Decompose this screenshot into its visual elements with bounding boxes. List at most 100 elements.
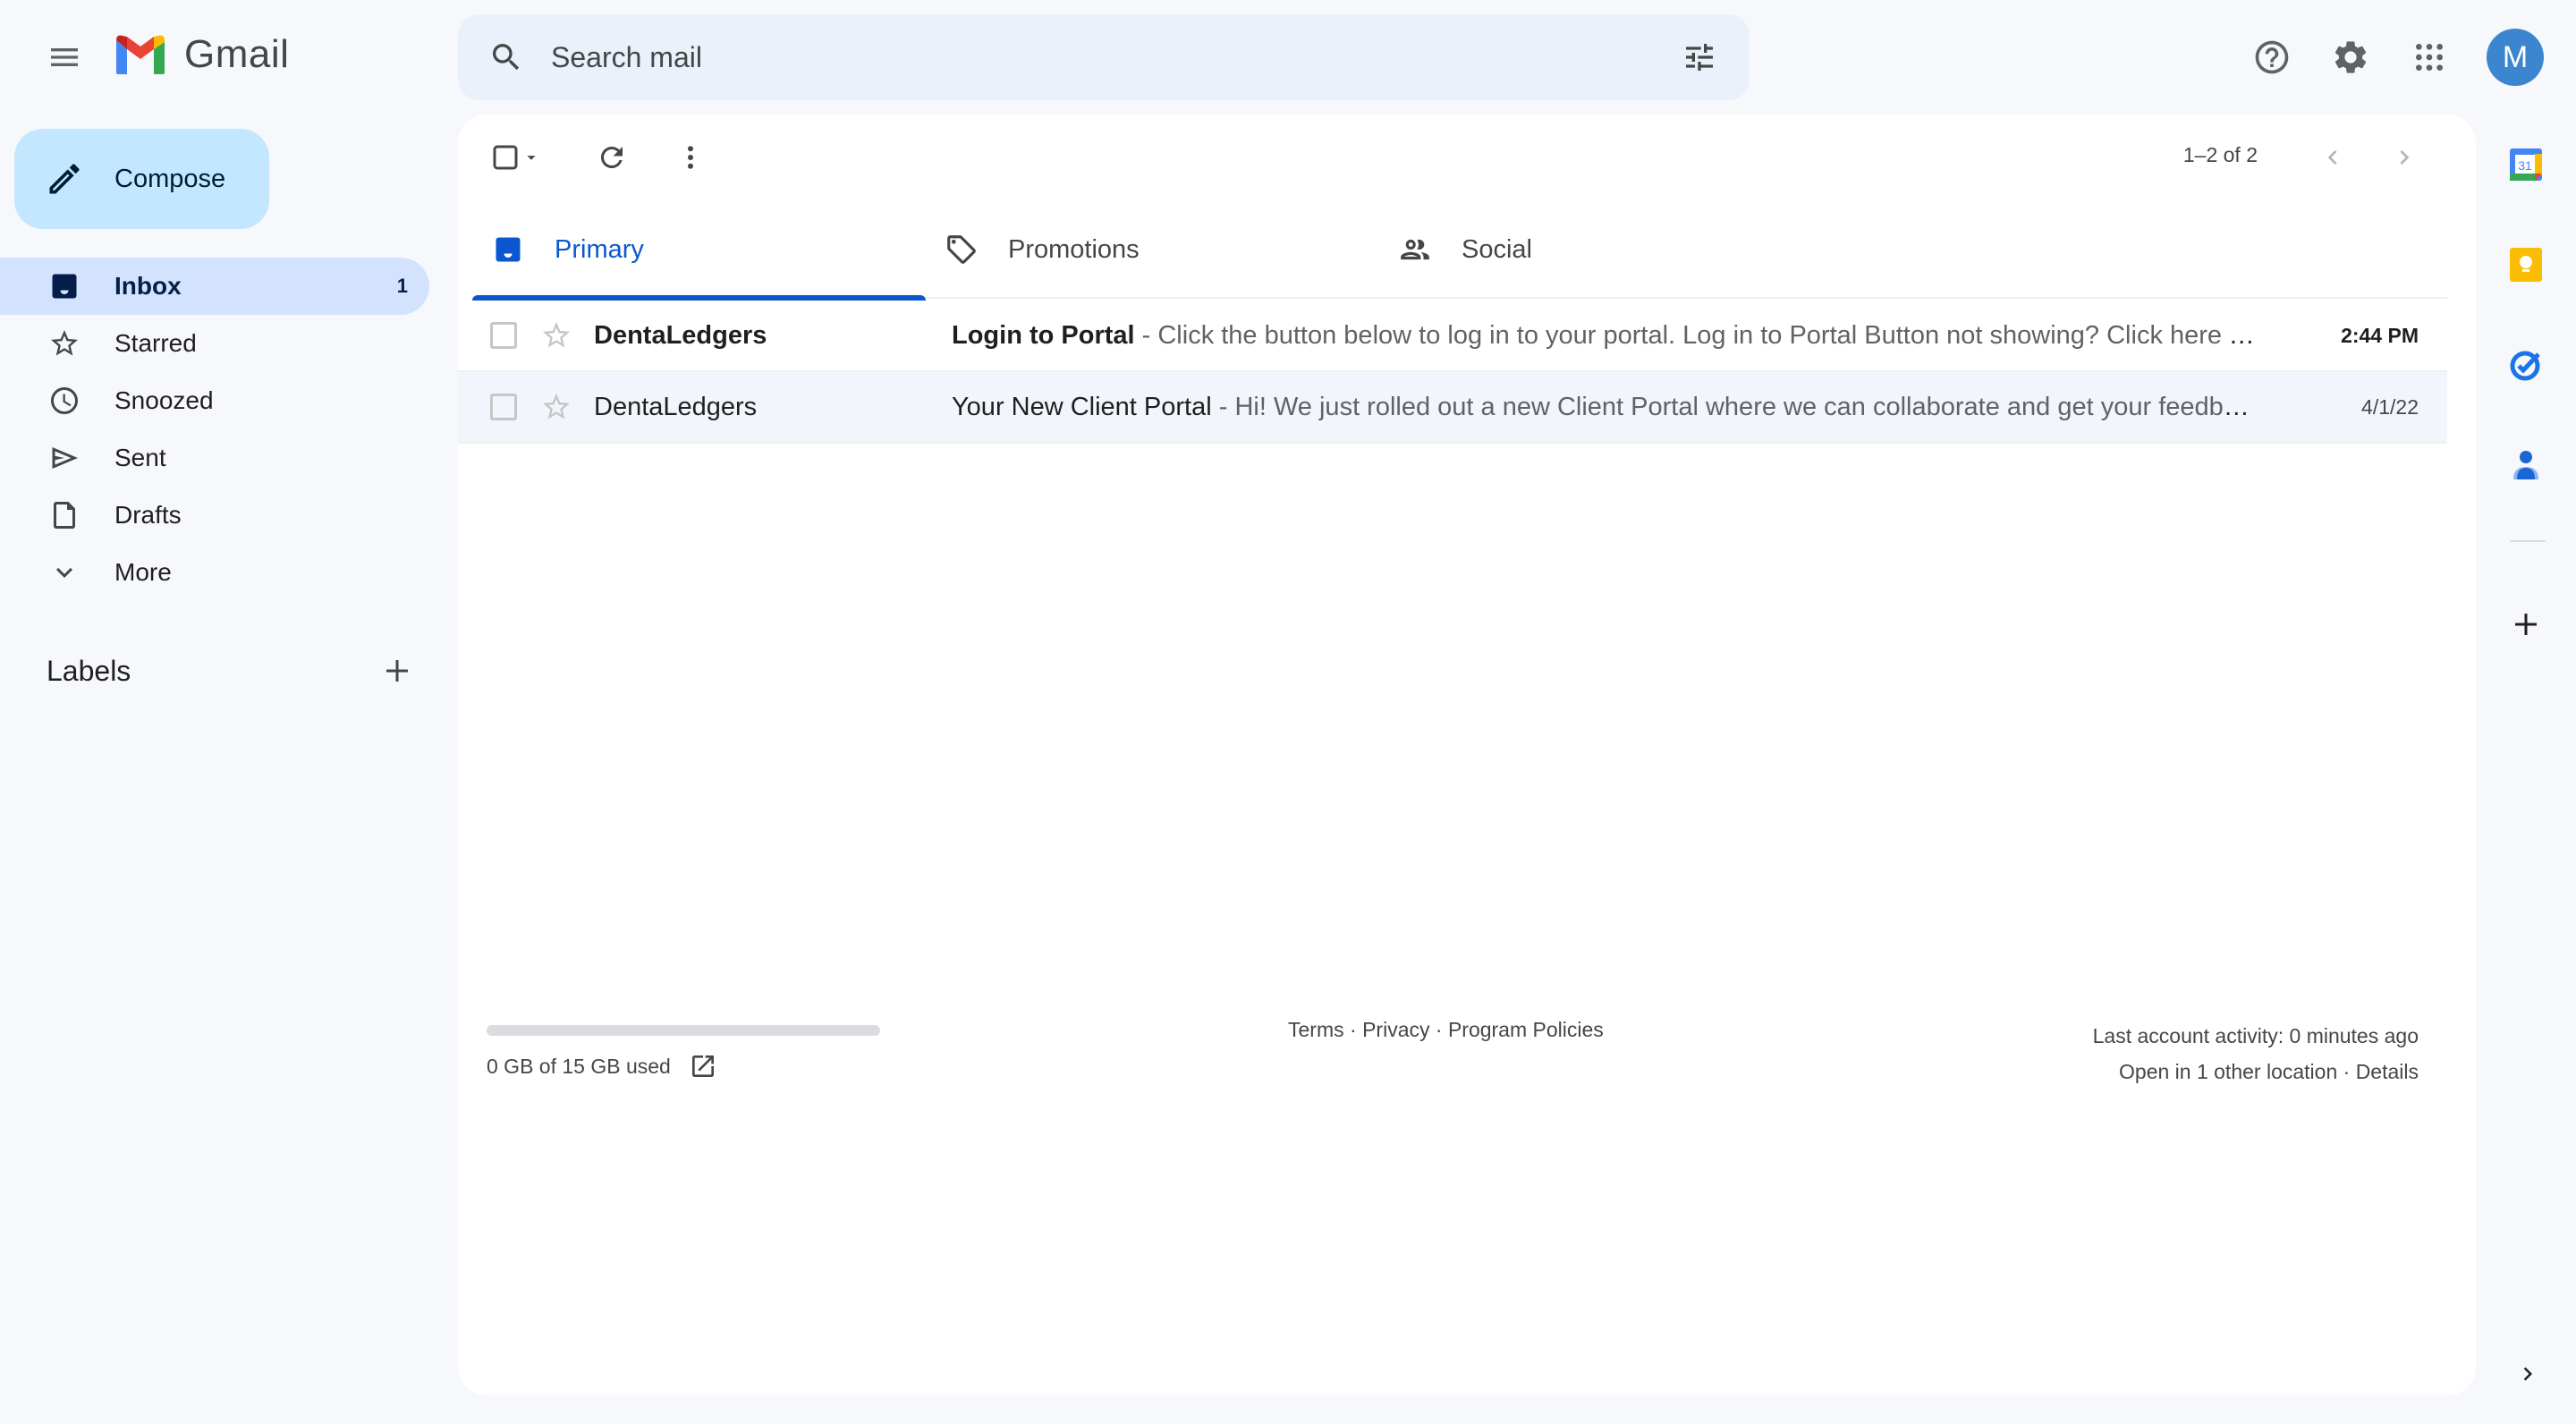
refresh-button[interactable] [583,129,640,186]
star-icon [47,326,82,361]
tag-icon [944,232,979,267]
search-input[interactable] [551,40,1671,74]
sidebar-item-label: Drafts [114,501,182,529]
show-side-panel-button[interactable] [2510,1356,2546,1392]
separator: · [1343,1018,1363,1041]
row-checkbox[interactable] [490,322,517,349]
search-bar [458,14,1750,100]
pencil-icon [45,159,84,199]
help-button[interactable] [2243,29,2301,86]
search-button[interactable] [478,29,535,86]
storage-text: 0 GB of 15 GB used [487,1054,671,1078]
star-toggle[interactable] [540,391,572,423]
star-toggle[interactable] [540,319,572,352]
sidebar-nav: Inbox 1 Starred Snoozed Sent Drafts More [0,258,429,601]
caret-down-icon [521,148,541,167]
activity-details-link[interactable]: Details [2356,1060,2419,1083]
storage-info: 0 GB of 15 GB used [487,1052,717,1081]
tab-promotions[interactable]: Promotions [926,200,1379,299]
email-sender: DentaLedgers [594,320,767,350]
refresh-icon [596,141,628,174]
email-row[interactable]: DentaLedgers Your New Client Portal - Hi… [458,372,2447,444]
plus-icon [2510,608,2542,640]
manage-storage-link[interactable] [689,1052,717,1081]
clock-icon [47,383,82,419]
calendar-icon: 31 [2508,147,2544,182]
compose-label: Compose [114,164,226,193]
mail-toolbar: 1–2 of 2 [458,114,2476,200]
more-vert-icon [674,141,707,174]
mail-panel: 1–2 of 2 Primary Promotions Social Denta… [458,114,2476,1395]
settings-button[interactable] [2322,29,2379,86]
google-apps-button[interactable] [2401,29,2458,86]
search-options-button[interactable] [1671,29,1728,86]
email-content: Your New Client Portal - Hi! We just rol… [952,393,2258,422]
storage-bar [487,1025,880,1036]
settings-icon [2331,38,2370,77]
last-activity-text: Last account activity: 0 minutes ago [2092,1024,2419,1047]
email-subject: Your New Client Portal [952,392,1212,421]
calendar-app-button[interactable]: 31 [2504,143,2547,186]
other-location-text: Open in 1 other location · Details [2093,1054,2419,1089]
pagination-text: 1–2 of 2 [2182,143,2258,166]
account-avatar[interactable]: M [2487,29,2544,86]
email-snippet: - Hi! We just rolled out a new Client Po… [1211,392,2258,421]
inbox-icon [47,268,82,304]
category-tabs: Primary Promotions Social [472,200,2447,301]
main-menu-button[interactable] [36,29,93,86]
email-snippet: - Click the button below to log in to yo… [1134,320,2258,350]
sidebar-item-label: Inbox [114,272,182,300]
tab-primary[interactable]: Primary [472,200,926,301]
search-icon [488,39,524,75]
sidebar-item-starred[interactable]: Starred [0,315,429,372]
create-label-button[interactable] [372,646,422,696]
sidebar-item-snoozed[interactable]: Snoozed [0,372,429,429]
row-checkbox[interactable] [490,394,517,420]
gmail-m-icon [113,33,168,76]
footer-links: Terms · Privacy · Program Policies [1288,1018,1604,1042]
keep-app-button[interactable] [2504,243,2547,286]
older-button[interactable] [2376,129,2433,186]
open-in-new-icon [689,1052,717,1081]
tab-social[interactable]: Social [1379,200,1833,299]
unread-count: 1 [396,275,408,297]
send-icon [47,440,82,476]
sidebar-item-more[interactable]: More [0,544,429,601]
select-all-button[interactable] [479,129,551,186]
tab-label: Primary [555,234,644,264]
sidebar-item-drafts[interactable]: Drafts [0,487,429,544]
email-content: Login to Portal - Click the button below… [952,321,2258,351]
program-policies-link[interactable]: Program Policies [1448,1018,1604,1041]
newer-button[interactable] [2304,129,2361,186]
app-name: Gmail [184,32,290,76]
sidebar-item-label: Snoozed [114,386,214,414]
tasks-app-button[interactable] [2504,343,2547,386]
compose-button[interactable]: Compose [14,129,269,229]
chevron-right-icon [2514,1360,2541,1387]
labels-header: Labels [47,646,422,696]
chevron-left-icon [2318,143,2347,172]
contacts-app-button[interactable] [2504,444,2547,487]
draft-icon [47,497,82,533]
labels-title: Labels [47,654,131,687]
separator: · [1429,1018,1448,1041]
sidebar-item-inbox[interactable]: Inbox 1 [0,258,429,315]
email-subject: Login to Portal [952,320,1135,350]
email-date: 2:44 PM [2341,323,2419,347]
tasks-icon [2508,347,2544,383]
privacy-link[interactable]: Privacy [1362,1018,1429,1041]
more-options-button[interactable] [662,129,719,186]
email-sender: DentaLedgers [594,392,758,421]
side-panel-divider [2510,540,2546,542]
tab-label: Promotions [1008,234,1140,264]
terms-link[interactable]: Terms [1288,1018,1344,1041]
get-addons-button[interactable] [2504,603,2547,646]
svg-text:31: 31 [2518,158,2532,173]
menu-icon [47,39,82,75]
gmail-logo[interactable]: Gmail [113,32,289,77]
sidebar-item-sent[interactable]: Sent [0,429,429,487]
email-list: DentaLedgers Login to Portal - Click the… [458,301,2447,444]
sidebar-item-label: Sent [114,444,166,471]
help-icon [2252,38,2292,77]
email-row[interactable]: DentaLedgers Login to Portal - Click the… [458,301,2447,372]
